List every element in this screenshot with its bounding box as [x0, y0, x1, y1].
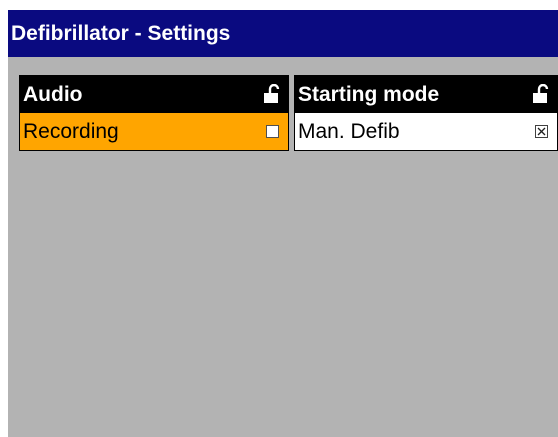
audio-panel: Audio Recording	[19, 75, 289, 151]
man-defib-option[interactable]: Man. Defib	[295, 113, 557, 150]
recording-label: Recording	[23, 120, 119, 143]
starting-mode-panel: Starting mode Man. Defib	[294, 75, 558, 151]
window-title: Defibrillator - Settings	[8, 10, 558, 57]
recording-checkbox[interactable]	[266, 125, 279, 138]
man-defib-label: Man. Defib	[298, 120, 400, 143]
unlocked-padlock-icon	[533, 84, 549, 103]
recording-option[interactable]: Recording	[20, 113, 288, 150]
unlocked-padlock-icon	[264, 84, 280, 103]
audio-panel-title: Audio	[23, 83, 83, 106]
man-defib-checkbox-checked-icon[interactable]	[535, 125, 548, 138]
starting-mode-panel-header: Starting mode	[295, 76, 557, 113]
starting-mode-panel-title: Starting mode	[298, 83, 440, 106]
audio-panel-header: Audio	[20, 76, 288, 113]
device-screen: Defibrillator - Settings Audio Recording…	[8, 10, 558, 437]
